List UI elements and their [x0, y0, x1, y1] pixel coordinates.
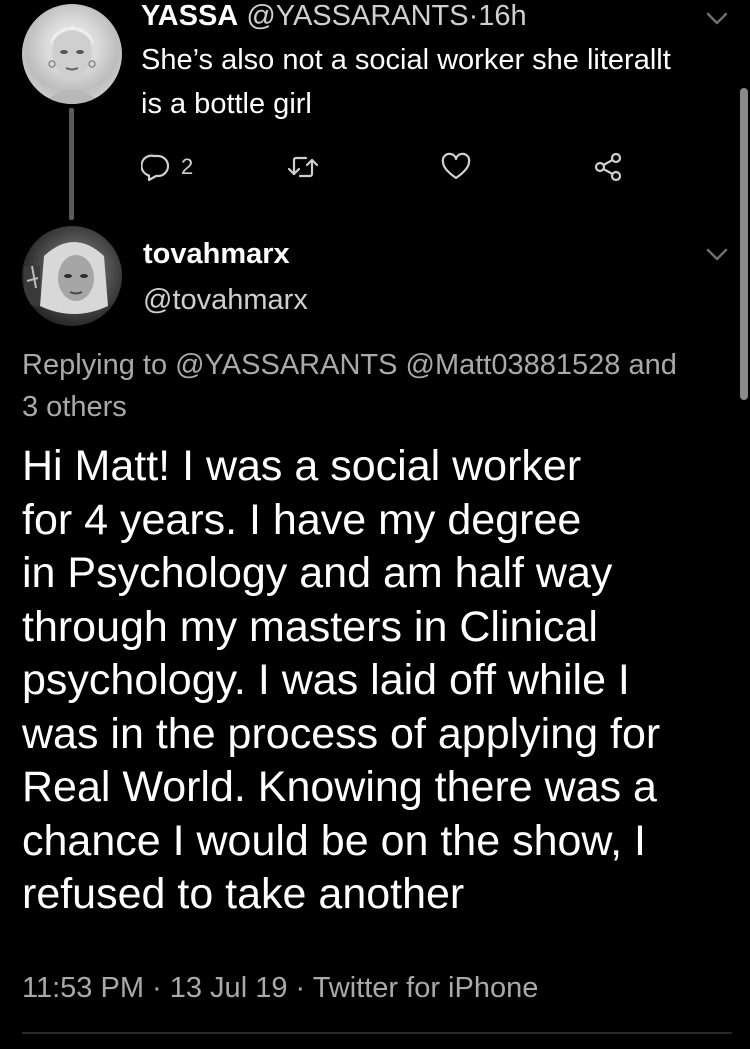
author-display-name[interactable]: tovahmarx — [143, 236, 290, 272]
parent-handle[interactable]: @YASSARANTS — [246, 0, 468, 32]
replying-mentions[interactable]: @YASSARANTS @Matt03881528 — [175, 349, 620, 381]
profile-photo-icon — [24, 242, 108, 314]
divider — [22, 1032, 732, 1034]
share-button[interactable] — [593, 148, 623, 186]
tweet-text-line: chance I would be on the show, I — [22, 816, 646, 865]
avatar-yassa[interactable] — [22, 4, 122, 104]
tweet-thread-view: YASSA @YASSARANTS·16h She’s also not a s… — [0, 0, 750, 1049]
parent-tweet-text: She’s also not a social worker she liter… — [141, 38, 741, 126]
reply-button[interactable]: 2 — [141, 148, 193, 186]
avatar-tovahmarx[interactable] — [22, 226, 122, 326]
thread-connector-line — [69, 108, 74, 220]
parent-tweet-line: She’s also not a social worker she liter… — [141, 44, 671, 76]
replying-to-context: Replying to @YASSARANTS @Matt03881528 an… — [22, 344, 732, 428]
reply-count: 2 — [181, 154, 194, 179]
replying-and: and — [628, 349, 677, 381]
author-handle[interactable]: @tovahmarx — [143, 282, 308, 318]
like-button[interactable] — [441, 148, 471, 186]
parent-tweet-actions: 2 — [141, 148, 641, 186]
chevron-down-icon — [706, 248, 728, 261]
replying-others-link[interactable]: 3 others — [22, 391, 127, 423]
tweet-text-line: through my masters in Clinical — [22, 602, 598, 651]
parent-tweet-header: YASSA @YASSARANTS·16h — [141, 0, 527, 34]
replying-prefix: Replying to — [22, 349, 168, 381]
tweet-text-line: in Psychology and am half way — [22, 549, 613, 597]
parent-display-name[interactable]: YASSA — [141, 0, 238, 32]
scrollbar[interactable] — [740, 88, 748, 400]
tweet-text-line: refused to take another — [22, 870, 465, 918]
retweet-button[interactable] — [287, 148, 319, 186]
parent-tweet-line: is a bottle girl — [141, 88, 312, 120]
chevron-down-icon — [706, 12, 728, 25]
parent-separator: · — [468, 0, 479, 32]
tweet-text: Hi Matt! I was a social worker for 4 yea… — [22, 440, 722, 922]
parent-timestamp[interactable]: 16h — [478, 0, 526, 32]
retweet-icon — [287, 156, 319, 178]
tweet-text-line: Hi Matt! I was a social worker — [22, 442, 582, 490]
share-icon — [594, 152, 622, 182]
reply-icon — [141, 154, 170, 182]
tweet-text-line: for 4 years. I have my degree — [22, 495, 582, 544]
parent-tweet-menu-button[interactable] — [706, 12, 728, 26]
tweet-menu-button[interactable] — [706, 248, 728, 262]
tweet-text-line: psychology. I was laid off while I — [22, 656, 630, 704]
tweet-text-line: Real World. Knowing there was a — [22, 763, 657, 811]
tweet-timestamp-source[interactable]: 11:53 PM · 13 Jul 19 · Twitter for iPhon… — [22, 966, 538, 1010]
profile-photo-icon — [42, 26, 102, 104]
heart-icon — [441, 152, 471, 180]
tweet-text-line: was in the process of applying for — [22, 709, 661, 758]
